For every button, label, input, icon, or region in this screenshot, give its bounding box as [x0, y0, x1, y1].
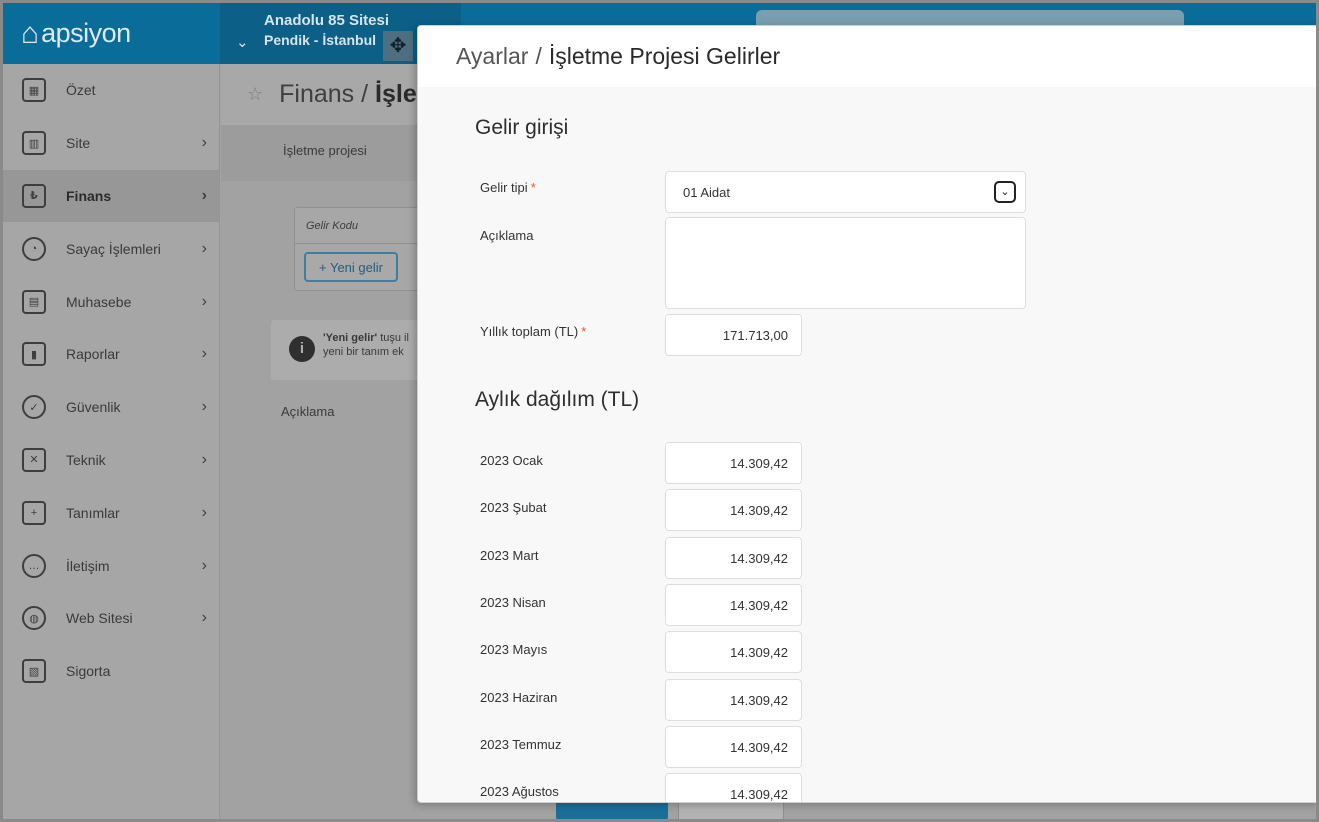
modal-title: İşletme Projesi Gelirler	[548, 43, 781, 69]
month-label: 2023 Ocak	[480, 453, 543, 468]
month-amount-input[interactable]: 14.309,42	[665, 442, 802, 484]
sidebar-item-label: Sayaç İşlemleri	[66, 240, 161, 257]
sidebar-item[interactable]: … İletişim ›	[3, 539, 219, 592]
sidebar-item[interactable]: ◔ Sayaç İşlemleri ›	[3, 222, 219, 275]
sidebar-item[interactable]: ✕ Teknik ›	[3, 434, 219, 487]
sidebar-item[interactable]: ₺ Finans ›	[3, 169, 219, 223]
logo[interactable]: ⌂ apsiyon	[3, 3, 220, 64]
month-label: 2023 Ağustos	[480, 784, 559, 800]
month-label: 2023 Temmuz	[480, 736, 562, 752]
building-icon: ▥	[22, 131, 46, 156]
month-amount-input[interactable]: 14.309,42	[665, 725, 802, 768]
sidebar-item-label: Finans	[66, 187, 112, 204]
chat-icon: …	[22, 553, 46, 578]
chevron-right-icon: ›	[201, 239, 207, 257]
chevron-right-icon: ›	[201, 134, 207, 152]
breadcrumb: Finans / İşlet	[279, 80, 426, 108]
sidebar-item-label: Özet	[66, 82, 96, 99]
month-label: 2023 Mayıs	[480, 642, 548, 658]
sidebar-item-label: Web Sitesi	[66, 610, 133, 627]
app-window: ⌂ apsiyon ⌄ Anadolu 85 Sitesi Pendik - İ…	[3, 3, 1316, 819]
sidebar-item-label: Raporlar	[66, 346, 120, 363]
income-type-select[interactable]: 01 Aidat ⌄	[665, 171, 1026, 213]
gauge-icon: ◔	[22, 236, 46, 261]
sidebar-item[interactable]: ▦ Özet	[3, 64, 219, 117]
insurance-icon: ▧	[22, 659, 46, 684]
sidebar-item-label: Tanımlar	[66, 504, 120, 521]
sidebar-item-label: Site	[66, 135, 91, 152]
new-income-button[interactable]: + Yeni gelir	[304, 252, 398, 282]
sidebar: ▦ Özet ▥ Site › ₺ Finans › ◔ Sayaç İşlemleri › ▤ Muh…	[3, 64, 220, 819]
description-textarea[interactable]	[665, 217, 1026, 309]
chevron-right-icon: ›	[201, 345, 207, 363]
move-icon[interactable]: ✥	[383, 31, 413, 61]
month-amount-input[interactable]: 14.309,42	[665, 489, 802, 532]
sidebar-item[interactable]: ◍ Web Sitesi ›	[3, 592, 219, 645]
chevron-down-icon: ⌄	[994, 181, 1016, 203]
shield-icon: ✓	[22, 395, 46, 420]
money-icon: ₺	[22, 183, 46, 208]
report-icon: ▮	[22, 342, 46, 367]
sidebar-item-label: Muhasebe	[66, 293, 132, 310]
sidebar-item[interactable]: ▧ Sigorta	[3, 645, 219, 698]
home-icon: ⌂	[21, 16, 40, 50]
chevron-right-icon: ›	[201, 503, 207, 521]
month-label: 2023 Şubat	[480, 500, 547, 516]
sidebar-item-label: Sigorta	[66, 663, 111, 680]
sidebar-item-label: Güvenlik	[66, 399, 121, 416]
income-type-label: Gelir tipi *	[480, 180, 536, 195]
description-label: Açıklama	[480, 228, 534, 243]
grid-plus-icon: +	[22, 500, 46, 525]
layout-icon: ▦	[22, 78, 46, 103]
info-icon: i	[289, 336, 315, 362]
month-label: 2023 Haziran	[480, 689, 558, 705]
sidebar-item-label: İletişim	[66, 557, 110, 574]
sidebar-item[interactable]: ▤ Muhasebe ›	[3, 275, 219, 328]
sidebar-item[interactable]: ✓ Güvenlik ›	[3, 381, 219, 434]
chevron-right-icon: ›	[201, 398, 207, 416]
income-modal: Ayarlar / İşletme Projesi Gelirler Gelir…	[417, 25, 1316, 803]
sidebar-item[interactable]: ▮ Raporlar ›	[3, 328, 219, 381]
star-icon[interactable]: ☆	[247, 84, 263, 105]
globe-icon: ◍	[22, 606, 46, 631]
briefcase-icon: ▤	[22, 289, 46, 314]
sidebar-item[interactable]: ▥ Site ›	[3, 117, 219, 170]
description-label: Açıklama	[281, 404, 335, 419]
chevron-down-icon: ⌄	[236, 34, 249, 51]
annual-total-input[interactable]: 171.713,00	[665, 314, 802, 356]
month-amount-input[interactable]: 14.309,42	[665, 536, 802, 579]
chevron-right-icon: ›	[201, 186, 207, 204]
breadcrumb-root[interactable]: Ayarlar	[456, 43, 528, 70]
section-monthly-title: Aylık dağılım (TL)	[475, 388, 640, 411]
modal-breadcrumb: Ayarlar / İşletme Projesi Gelirler	[418, 26, 1316, 87]
chevron-right-icon: ›	[201, 450, 207, 468]
sidebar-item[interactable]: + Tanımlar ›	[3, 486, 219, 539]
sidebar-item-label: Teknik	[66, 451, 106, 468]
section-income-title: Gelir girişi	[475, 116, 569, 139]
month-label: 2023 Mart	[480, 547, 539, 563]
annual-total-label: Yıllık toplam (TL) *	[480, 324, 587, 339]
month-amount-input[interactable]: 14.309,42	[665, 678, 802, 721]
chevron-right-icon: ›	[201, 609, 207, 627]
tools-icon: ✕	[22, 447, 46, 472]
logo-text: apsiyon	[41, 18, 131, 48]
month-amount-input[interactable]: 14.309,42	[665, 583, 802, 626]
month-amount-input[interactable]: 14.309,42	[665, 773, 802, 802]
chevron-right-icon: ›	[201, 556, 207, 574]
chevron-right-icon: ›	[201, 292, 207, 310]
month-amount-input[interactable]: 14.309,42	[665, 631, 802, 674]
month-label: 2023 Nisan	[480, 594, 546, 610]
